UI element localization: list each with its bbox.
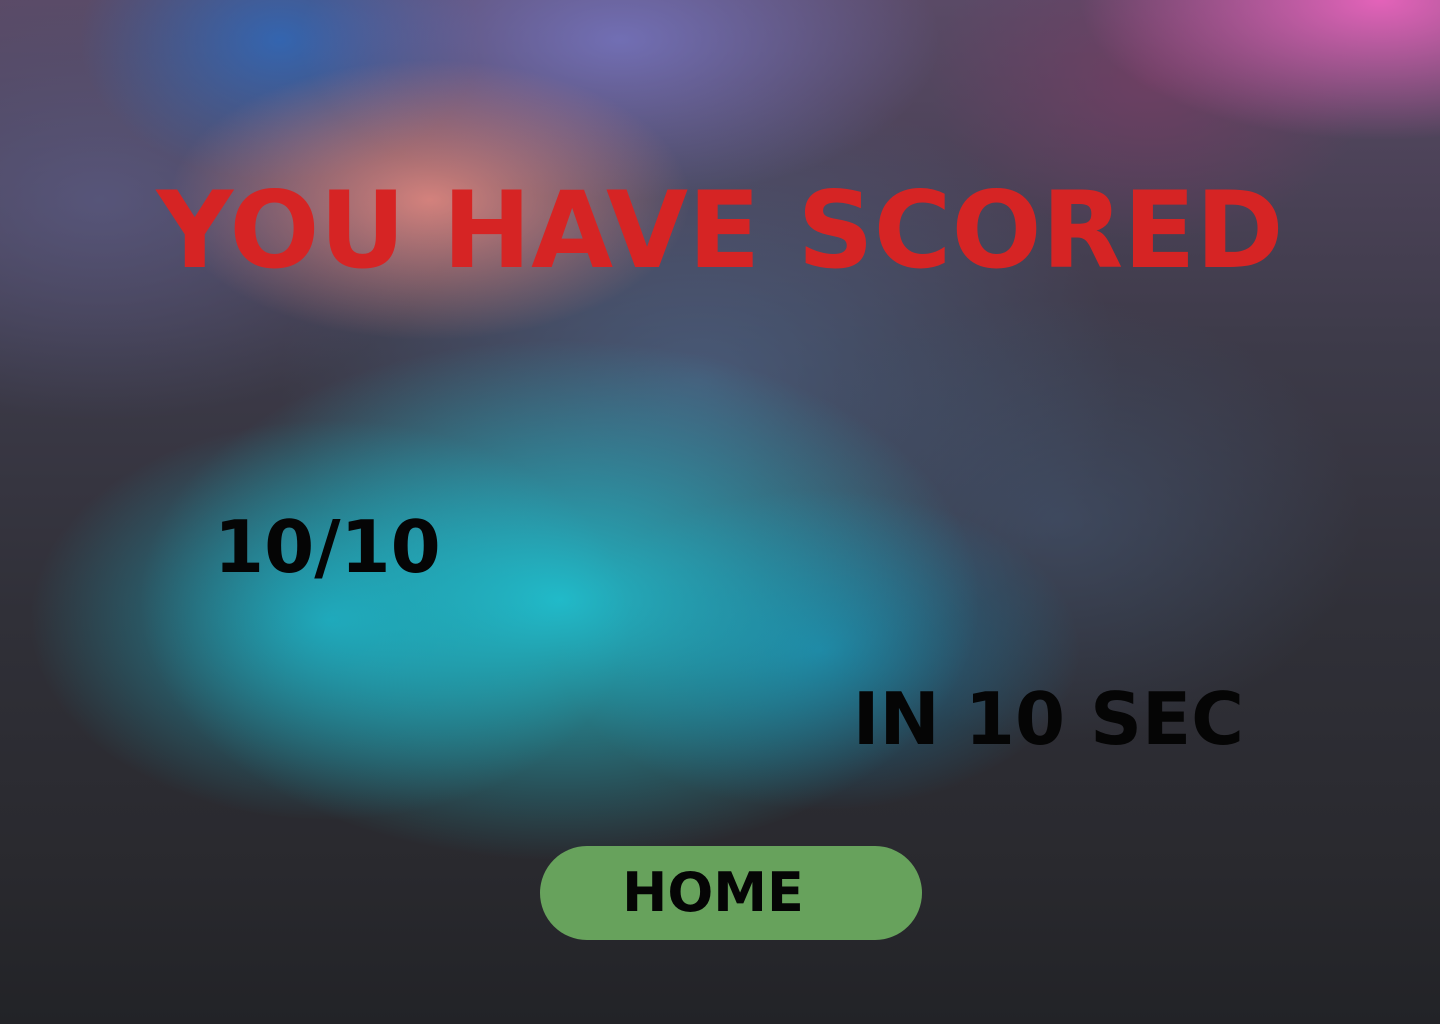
home-button[interactable]: HOME — [540, 846, 922, 940]
home-button-label: HOME — [622, 861, 804, 924]
result-title: YOU HAVE SCORED — [156, 169, 1284, 292]
score-value: 10/10 — [214, 505, 441, 589]
time-taken: IN 10 SEC — [852, 677, 1244, 761]
